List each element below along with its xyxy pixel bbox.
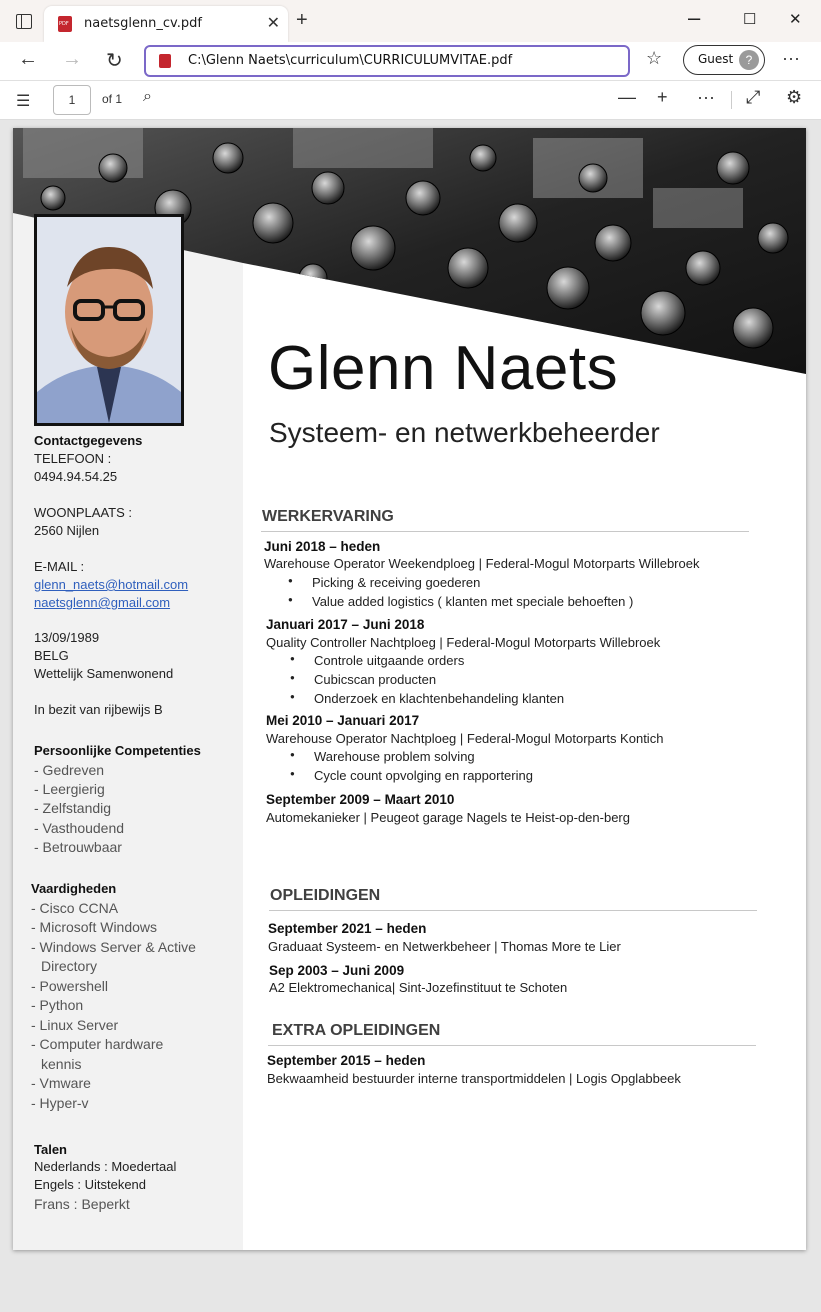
fit-page-icon[interactable]: ⤢ <box>746 87 760 108</box>
extra-education-heading: EXTRA OPLEIDINGEN <box>272 1022 441 1039</box>
favorites-icon[interactable]: ☆ <box>646 48 662 69</box>
drivers-license: In bezit van rijbewijs B <box>34 702 163 717</box>
competency-item: - Leergierig <box>34 781 105 797</box>
competency-item: - Zelfstandig <box>34 800 112 816</box>
sidebar-toggle-icon[interactable] <box>16 14 32 29</box>
contact-heading: Contactgegevens <box>34 433 143 448</box>
place-value: 2560 Nijlen <box>34 523 100 538</box>
job-bullet: Picking & receiving goederen <box>288 575 480 590</box>
education-period: September 2021 – heden <box>268 921 427 936</box>
language-item: Nederlands : Moedertaal <box>34 1159 177 1174</box>
page-number-input[interactable]: 1 <box>53 85 91 115</box>
page-count: of 1 <box>102 92 123 106</box>
skill-item: - Windows Server & Active <box>31 939 196 955</box>
close-window-icon[interactable]: ✕ <box>789 10 802 28</box>
competency-item: - Vasthoudend <box>34 820 125 836</box>
phone-value: 0494.94.54.25 <box>34 469 118 484</box>
competency-item: - Gedreven <box>34 762 105 778</box>
address-bar[interactable]: C:\Glenn Naets\curriculum\CURRICULUMVITA… <box>144 45 630 77</box>
portrait-image <box>37 217 181 423</box>
nationality: BELG <box>34 648 69 663</box>
more-tools-icon[interactable]: ··· <box>697 87 715 108</box>
pdf-page: Contactgegevens TELEFOON : 0494.94.54.25… <box>13 128 806 1250</box>
close-tab-icon[interactable]: ✕ <box>267 13 280 33</box>
back-icon[interactable]: ← <box>18 48 38 71</box>
tab-bar: naetsglenn_cv.pdf ✕ + – ☐ ✕ <box>0 0 821 42</box>
more-options-icon[interactable]: ··· <box>782 48 800 69</box>
education-title: Graduaat Systeem- en Netwerkbeheer | Tho… <box>268 939 621 954</box>
pdf-file-icon <box>159 54 171 68</box>
new-tab-icon[interactable]: + <box>296 9 308 32</box>
skill-item: - Powershell <box>31 978 109 994</box>
profile-button[interactable]: Guest ? <box>683 45 765 75</box>
zoom-in-icon[interactable]: + <box>657 87 668 108</box>
job-bullet: Warehouse problem solving <box>290 749 475 764</box>
avatar-icon: ? <box>739 50 759 70</box>
search-icon[interactable]: ⌕ <box>143 88 152 106</box>
cv-subtitle: Systeem- en netwerkbeheerder <box>269 417 660 448</box>
cv-name: Glenn Naets <box>268 334 619 403</box>
competency-item: - Betrouwbaar <box>34 839 122 855</box>
refresh-icon[interactable]: ↻ <box>106 48 123 73</box>
job-title: Warehouse Operator Weekendploeg | Federa… <box>264 556 700 571</box>
settings-gear-icon[interactable]: ⚙ <box>786 87 802 108</box>
section-divider <box>268 1045 756 1046</box>
languages-heading: Talen <box>34 1142 67 1157</box>
pdf-file-icon <box>58 16 72 32</box>
address-url[interactable]: C:\Glenn Naets\curriculum\CURRICULUMVITA… <box>188 53 512 68</box>
forward-icon: → <box>62 48 82 70</box>
zoom-out-icon[interactable]: — <box>618 87 636 108</box>
profile-label: Guest <box>698 52 734 66</box>
education-title: A2 Elektromechanica| Sint-Jozefinstituut… <box>269 980 568 995</box>
tab-active[interactable]: naetsglenn_cv.pdf ✕ <box>44 6 288 42</box>
job-period: Januari 2017 – Juni 2018 <box>266 617 425 632</box>
skill-item: - Cisco CCNA <box>31 900 119 916</box>
extra-title: Bekwaamheid bestuurder interne transport… <box>267 1071 681 1086</box>
skill-item: - Linux Server <box>31 1017 119 1033</box>
relationship-status: Wettelijk Samenwonend <box>34 666 174 681</box>
section-divider <box>269 910 757 911</box>
email-link-gmail[interactable]: naetsglenn@gmail.com <box>34 595 170 610</box>
profile-photo <box>34 214 184 426</box>
minimize-icon[interactable]: – <box>688 5 700 31</box>
phone-label: TELEFOON : <box>34 451 112 466</box>
section-divider <box>261 531 749 532</box>
competencies-heading: Persoonlijke Competenties <box>34 743 201 758</box>
table-of-contents-icon[interactable]: ☰ <box>16 91 30 111</box>
skill-item: - Vmware <box>31 1075 91 1091</box>
email-label: E-MAIL : <box>34 559 85 574</box>
language-item: Frans : Beperkt <box>34 1196 130 1212</box>
skill-item: kennis <box>41 1056 82 1072</box>
skill-item: - Computer hardware <box>31 1036 164 1052</box>
education-heading: OPLEIDINGEN <box>270 887 381 904</box>
pdf-toolbar: ☰ 1 of 1 ⌕ — + ··· ⤢ ⚙ <box>0 81 821 120</box>
extra-period: September 2015 – heden <box>267 1053 426 1068</box>
job-bullet: Cubicscan producten <box>290 672 436 687</box>
skill-item: - Python <box>31 997 84 1013</box>
place-label: WOONPLAATS : <box>34 505 132 520</box>
skill-item: Directory <box>41 958 98 974</box>
toolbar-divider <box>731 91 732 109</box>
skill-item: - Hyper-v <box>31 1095 89 1111</box>
job-title: Warehouse Operator Nachtploeg | Federal-… <box>266 731 664 746</box>
job-period: September 2009 – Maart 2010 <box>266 792 455 807</box>
job-title: Automekanieker | Peugeot garage Nagels t… <box>266 810 630 825</box>
job-bullet: Onderzoek en klachtenbehandeling klanten <box>290 691 564 706</box>
education-period: Sep 2003 – Juni 2009 <box>269 963 405 978</box>
maximize-icon[interactable]: ☐ <box>743 10 756 28</box>
job-bullet: Cycle count opvolging en rapportering <box>290 768 533 783</box>
job-period: Juni 2018 – heden <box>264 539 381 554</box>
email-link-hotmail[interactable]: glenn_naets@hotmail.com <box>34 577 188 592</box>
language-item: Engels : Uitstekend <box>34 1177 147 1192</box>
job-bullet: Value added logistics ( klanten met spec… <box>288 594 633 609</box>
address-toolbar: ← → ↻ C:\Glenn Naets\curriculum\CURRICUL… <box>0 42 821 81</box>
job-title: Quality Controller Nachtploeg | Federal-… <box>266 635 661 650</box>
skills-heading: Vaardigheden <box>31 881 117 896</box>
job-bullet: Controle uitgaande orders <box>290 653 464 668</box>
job-period: Mei 2010 – Januari 2017 <box>266 713 420 728</box>
birthdate: 13/09/1989 <box>34 630 100 645</box>
tab-title: naetsglenn_cv.pdf <box>84 16 202 31</box>
work-heading: WERKERVARING <box>262 508 394 525</box>
skill-item: - Microsoft Windows <box>31 919 158 935</box>
